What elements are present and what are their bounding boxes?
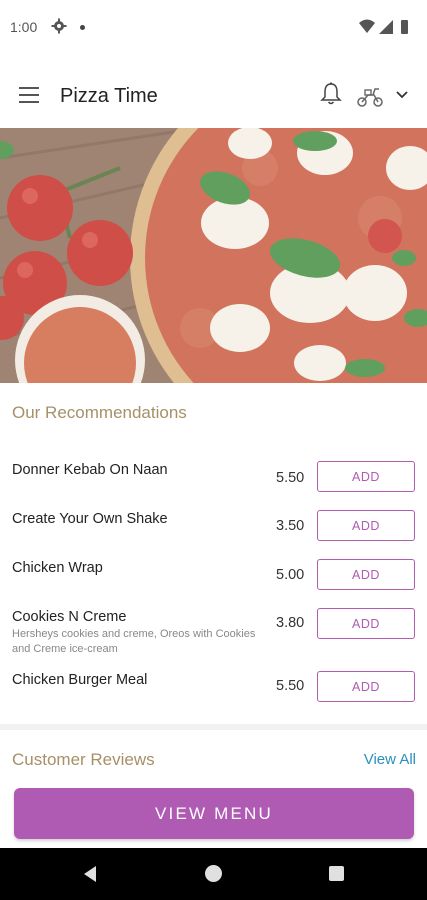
view-all-link[interactable]: View All xyxy=(364,751,416,768)
wifi-icon xyxy=(359,19,375,33)
reviews-title: Customer Reviews xyxy=(12,750,155,769)
recent-apps-icon[interactable] xyxy=(329,866,344,881)
view-menu-button[interactable]: VIEW MENU xyxy=(14,788,414,839)
item-price: 3.80 xyxy=(276,615,305,631)
gear-icon xyxy=(51,18,67,34)
item-description: Hersheys cookies and creme, Oreos with C… xyxy=(12,628,256,655)
back-icon[interactable] xyxy=(81,865,99,883)
item-price: 5.50 xyxy=(276,470,305,486)
home-icon[interactable] xyxy=(205,865,222,882)
item-price: 5.50 xyxy=(276,678,305,694)
battery-icon xyxy=(401,20,408,34)
item-price: 5.00 xyxy=(276,567,305,583)
item-price: 3.50 xyxy=(276,518,305,534)
chevron-down-icon[interactable] xyxy=(395,89,409,101)
add-button[interactable]: ADD xyxy=(317,608,415,639)
notification-dot-icon xyxy=(80,25,85,30)
recommendations-title: Our Recommendations xyxy=(12,403,187,422)
add-button[interactable]: ADD xyxy=(317,559,415,590)
add-button[interactable]: ADD xyxy=(317,461,415,492)
item-name: Cookies N Creme xyxy=(12,609,127,625)
section-divider xyxy=(0,724,427,730)
app-bar: Pizza Time xyxy=(0,56,427,128)
system-status-icons xyxy=(359,19,408,34)
add-button[interactable]: ADD xyxy=(317,510,415,541)
page-title: Pizza Time xyxy=(60,85,158,107)
scooter-icon[interactable] xyxy=(356,86,384,108)
item-name: Chicken Burger Meal xyxy=(12,672,148,688)
item-name: Chicken Wrap xyxy=(12,560,103,576)
bell-icon[interactable] xyxy=(320,82,342,106)
item-name: Create Your Own Shake xyxy=(12,511,168,527)
status-time: 1:00 xyxy=(10,19,38,35)
add-button[interactable]: ADD xyxy=(317,671,415,702)
item-name: Donner Kebab On Naan xyxy=(12,462,168,478)
menu-icon[interactable] xyxy=(19,87,39,103)
hero-image xyxy=(0,128,427,383)
status-bar: 1:00 xyxy=(0,0,427,56)
system-nav-bar xyxy=(0,848,427,900)
signal-icon xyxy=(379,20,393,34)
